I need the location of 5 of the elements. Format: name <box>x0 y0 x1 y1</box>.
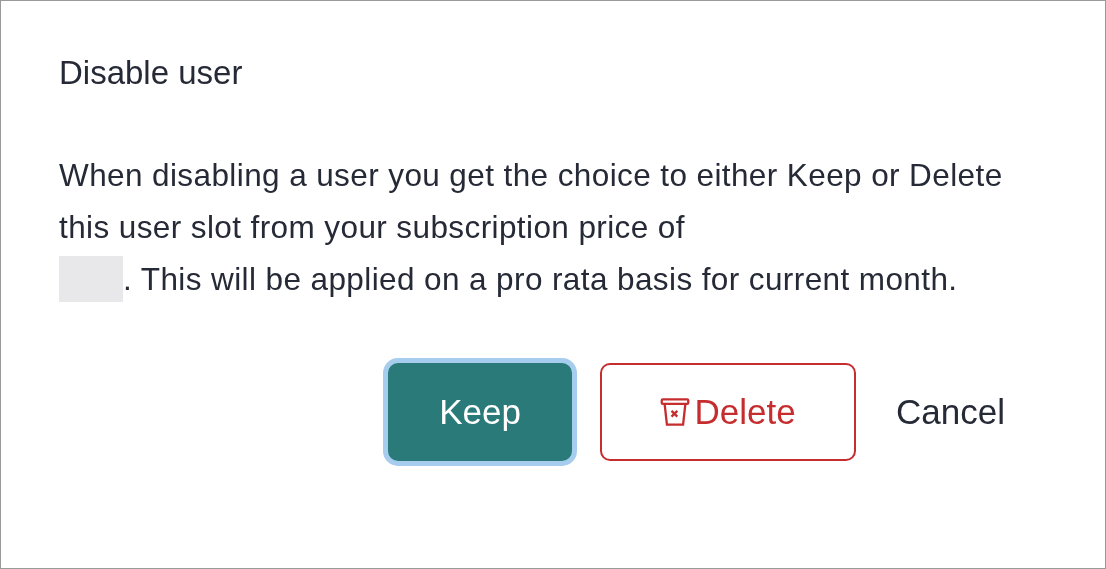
message-text: When disabling a user you get the choice to either Keep or Delete this user slot from your subscription price of <box>59 157 1003 245</box>
dialog-title: Disable user <box>59 53 244 93</box>
message-text: . This will be applied on a pro rata basis for current month. <box>123 261 958 297</box>
trash-bin-icon <box>660 397 691 427</box>
delete-button[interactable]: Delete <box>600 363 857 461</box>
